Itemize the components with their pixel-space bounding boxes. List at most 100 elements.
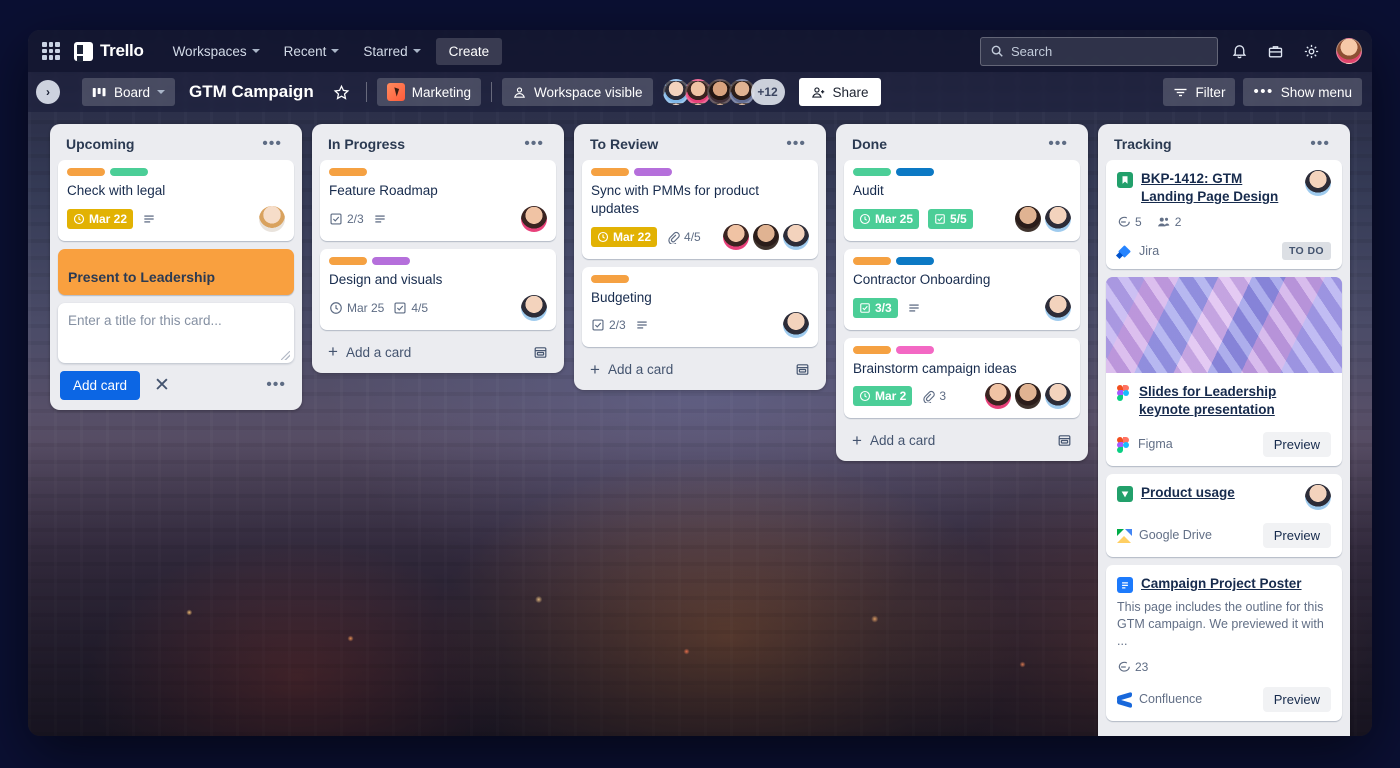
share-button[interactable]: Share [798,78,881,106]
label-orange[interactable] [591,168,629,176]
list-title[interactable]: Tracking [1114,136,1172,152]
card-composer-preview[interactable]: Present to Leadership [58,248,294,295]
link-card-title[interactable]: Product usage [1141,484,1297,502]
card-template-icon[interactable] [1057,433,1072,448]
list-title[interactable]: Upcoming [66,136,134,152]
label-orange[interactable] [329,256,367,265]
card-budgeting[interactable]: Budgeting 2/3 [582,266,818,348]
label-orange[interactable] [853,345,891,354]
card-check-with-legal[interactable]: Check with legal Mar 22 [58,160,294,241]
card-audit[interactable]: Audit Mar 25 5/5 [844,160,1080,241]
avatar[interactable] [521,294,547,321]
avatar[interactable] [1015,383,1041,410]
card-campaign-project-poster[interactable]: Campaign Project Poster This page includ… [1106,564,1342,721]
avatar[interactable] [783,312,809,339]
resize-handle[interactable] [281,350,290,360]
due-date-badge[interactable]: Mar 25 [329,301,384,315]
label-blue[interactable] [896,256,934,265]
visibility-chip[interactable]: Workspace visible [501,78,653,106]
card-template-icon[interactable] [795,362,810,377]
due-date-badge[interactable]: Mar 25 [853,208,920,229]
due-date-badge[interactable]: Mar 22 [67,208,134,229]
card-figma-slides[interactable]: Slides for Leadership keynote presentati… [1106,276,1342,466]
list-title[interactable]: Done [852,136,887,152]
add-a-card-button[interactable]: + Add a card [844,426,1080,455]
label-pink[interactable] [896,345,934,354]
label-purple[interactable] [634,168,672,176]
avatar[interactable] [753,223,779,250]
board-view-switcher[interactable]: Board [82,78,176,106]
status-badge[interactable]: TO DO [1281,241,1331,260]
link-card-title[interactable]: Campaign Project Poster [1141,575,1331,593]
notification-bell-icon[interactable] [1224,36,1254,66]
card-sync-with-pmms[interactable]: Sync with PMMs for product updates Mar 2… [582,160,818,259]
grid-apps-icon[interactable] [42,42,60,60]
card-feature-roadmap[interactable]: Feature Roadmap 2/3 [320,160,556,241]
avatar[interactable] [985,383,1011,410]
due-date-badge[interactable]: Mar 2 [853,386,913,407]
user-avatar[interactable] [1336,38,1362,64]
show-menu-button[interactable]: ••• Show menu [1243,78,1362,106]
chevron-down-icon [412,49,421,53]
avatar[interactable] [783,223,809,250]
due-date-badge[interactable]: Mar 22 [591,226,658,247]
close-icon[interactable]: ✕ [150,374,174,397]
preview-button[interactable]: Preview [1262,686,1331,712]
link-card-title[interactable]: Slides for Leadership keynote presentati… [1139,383,1331,419]
add-a-card-button[interactable]: + Add a card [582,355,818,384]
label-green[interactable] [110,168,148,176]
workspace-logo-icon [386,83,405,101]
composer-options-icon[interactable]: ••• [260,377,292,393]
preview-button[interactable]: Preview [1262,431,1331,457]
card-product-usage[interactable]: Product usage Google Drive Preview [1106,473,1342,557]
add-a-card-button[interactable]: + Add a card [320,338,556,367]
briefcase-icon[interactable] [1260,36,1290,66]
avatar[interactable] [1045,294,1071,321]
avatar[interactable] [723,223,749,250]
card-contractor-onboarding[interactable]: Contractor Onboarding 3/3 [844,248,1080,330]
nav-starred[interactable]: Starred [354,38,429,65]
new-card-title-input[interactable]: Enter a title for this card... [58,302,294,363]
link-card-title[interactable]: BKP-1412: GTM Landing Page Design [1141,170,1297,206]
list-actions-icon[interactable]: ••• [256,136,288,152]
label-purple[interactable] [372,256,410,265]
workspace-chip[interactable]: Marketing [376,78,481,106]
list-actions-icon[interactable]: ••• [780,136,812,152]
list-actions-icon[interactable]: ••• [1304,136,1336,152]
trello-logo[interactable]: Trello [74,41,144,62]
list-actions-icon[interactable]: ••• [1042,136,1074,152]
gear-icon[interactable] [1296,36,1326,66]
search-input[interactable]: Search [980,36,1218,66]
label-green[interactable] [853,168,891,176]
list-title[interactable]: In Progress [328,136,405,152]
label-orange[interactable] [853,256,891,265]
card-jira-bkp-1412[interactable]: BKP-1412: GTM Landing Page Design 5 2 Ji… [1106,160,1342,269]
label-orange[interactable] [591,274,629,283]
label-orange[interactable] [329,168,367,176]
label-blue[interactable] [896,168,934,176]
page-title[interactable]: GTM Campaign [183,82,320,102]
card-template-icon[interactable] [533,345,548,360]
preview-button[interactable]: Preview [1262,522,1331,548]
nav-workspaces[interactable]: Workspaces [164,38,269,65]
list-title[interactable]: To Review [590,136,658,152]
card-brainstorm-campaign-ideas[interactable]: Brainstorm campaign ideas Mar 2 3 [844,337,1080,419]
avatar[interactable] [521,205,547,232]
sidebar-expand-toggle[interactable]: › [36,80,60,104]
list-actions-icon[interactable]: ••• [518,136,550,152]
create-button[interactable]: Create [435,37,503,65]
avatar[interactable] [1045,383,1071,410]
avatar[interactable] [1305,483,1331,510]
avatar[interactable] [1045,205,1071,232]
nav-recent[interactable]: Recent [275,38,349,65]
member-overflow-count[interactable]: +12 [750,79,785,105]
avatar[interactable] [1305,170,1331,196]
add-card-button[interactable]: Add card [60,370,141,400]
filter-button[interactable]: Filter [1163,78,1236,106]
star-icon[interactable] [328,78,356,106]
avatar[interactable] [1015,205,1041,232]
card-design-and-visuals[interactable]: Design and visuals Mar 25 4/5 [320,248,556,330]
label-orange[interactable] [67,168,105,176]
avatar[interactable] [259,205,285,232]
add-a-card-button[interactable]: + Add a card [1106,729,1342,736]
